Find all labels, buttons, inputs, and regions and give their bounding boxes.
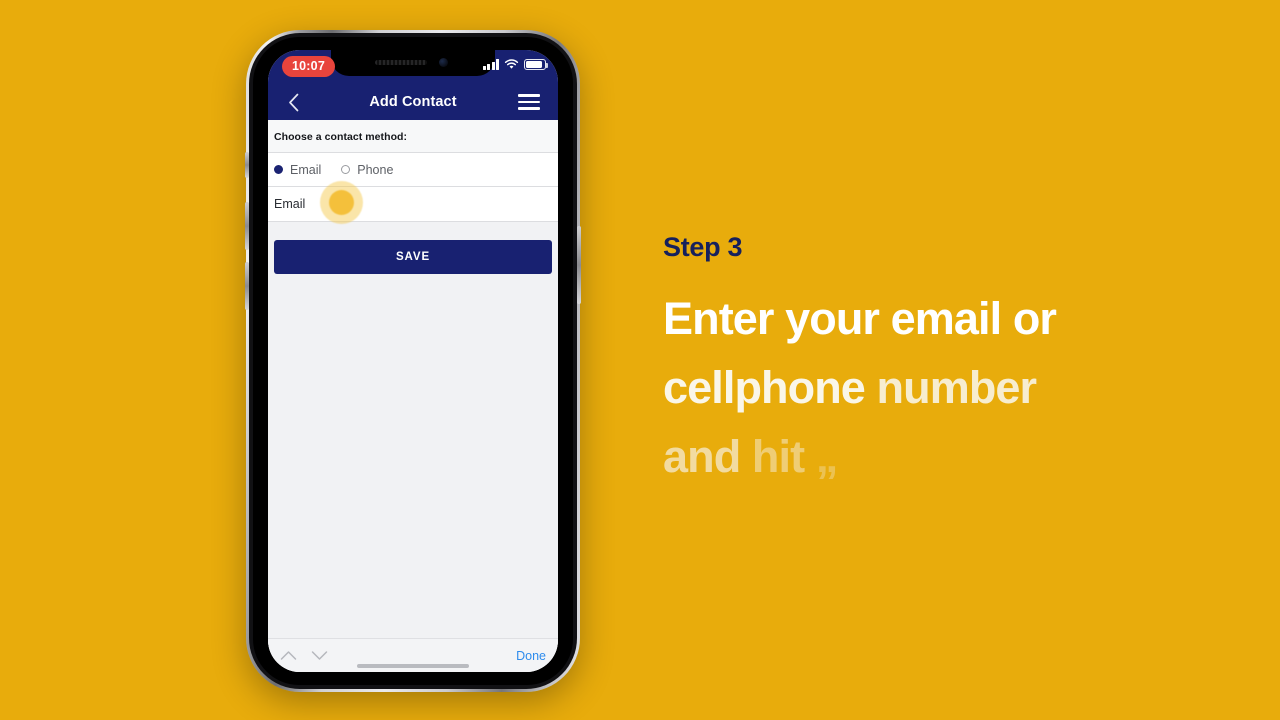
home-indicator[interactable] — [357, 664, 469, 668]
hamburger-menu-icon — [518, 100, 540, 104]
chevron-left-icon — [288, 93, 298, 111]
headline-line-3: and hit „ — [663, 422, 1223, 491]
save-button-container: SAVE — [268, 222, 558, 274]
headline-line-1: Enter your email or — [663, 293, 1057, 344]
field-navigation-controls — [280, 650, 328, 661]
battery-icon — [524, 59, 549, 70]
radio-selected-icon — [274, 165, 283, 174]
phone-screen: 10:07 Add Contact Choose a contact metho… — [268, 50, 558, 672]
chevron-down-icon[interactable] — [311, 650, 328, 661]
headline-word: and — [663, 431, 741, 482]
page-title: Add Contact — [369, 94, 457, 110]
form-content: Choose a contact method: Email Phone Ema… — [268, 120, 558, 672]
notch — [331, 50, 495, 76]
silent-switch-button[interactable] — [245, 152, 249, 178]
email-input[interactable] — [305, 196, 558, 212]
contact-method-radio-group: Email Phone — [268, 153, 558, 187]
status-bar-time: 10:07 — [282, 56, 335, 77]
headline-word: cellphone — [663, 362, 866, 413]
phone-device: 10:07 Add Contact Choose a contact metho… — [245, 30, 581, 692]
email-field-label: Email — [274, 197, 306, 211]
headline-word: „ — [815, 431, 838, 482]
volume-down-button[interactable] — [245, 262, 249, 310]
power-button[interactable] — [577, 226, 581, 304]
radio-option-email[interactable]: Email — [274, 163, 321, 177]
section-header-label: Choose a contact method: — [274, 131, 408, 143]
section-header: Choose a contact method: — [268, 120, 558, 153]
earpiece-speaker-icon — [375, 60, 427, 65]
radio-option-email-label: Email — [290, 162, 322, 177]
save-button[interactable]: SAVE — [274, 240, 552, 274]
chevron-up-icon[interactable] — [280, 650, 297, 661]
hamburger-menu-icon — [518, 94, 540, 97]
hamburger-menu-icon — [518, 107, 540, 110]
back-button[interactable] — [276, 84, 310, 120]
email-field-row: Email — [268, 181, 558, 224]
headline-word: number — [876, 362, 1038, 413]
volume-up-button[interactable] — [245, 202, 249, 250]
headline-word: hit — [751, 431, 805, 482]
caption-block: Step 3 Enter your email or cellphone num… — [663, 232, 1223, 491]
status-bar-indicators — [482, 59, 549, 70]
nav-bar: Add Contact — [268, 84, 558, 120]
radio-option-phone[interactable]: Phone — [341, 163, 393, 177]
keyboard-done-button[interactable]: Done — [516, 649, 546, 663]
headline: Enter your email or cellphone number and… — [663, 284, 1223, 491]
radio-unselected-icon — [341, 165, 351, 174]
front-camera-icon — [439, 58, 448, 67]
hamburger-menu-button[interactable] — [518, 84, 548, 120]
step-label: Step 3 — [663, 232, 743, 262]
wifi-icon — [504, 59, 519, 69]
radio-option-phone-label: Phone — [357, 162, 394, 177]
headline-line-2: cellphone number — [663, 353, 1223, 422]
status-bar: 10:07 — [268, 50, 558, 84]
cellular-signal-icon — [482, 59, 499, 70]
